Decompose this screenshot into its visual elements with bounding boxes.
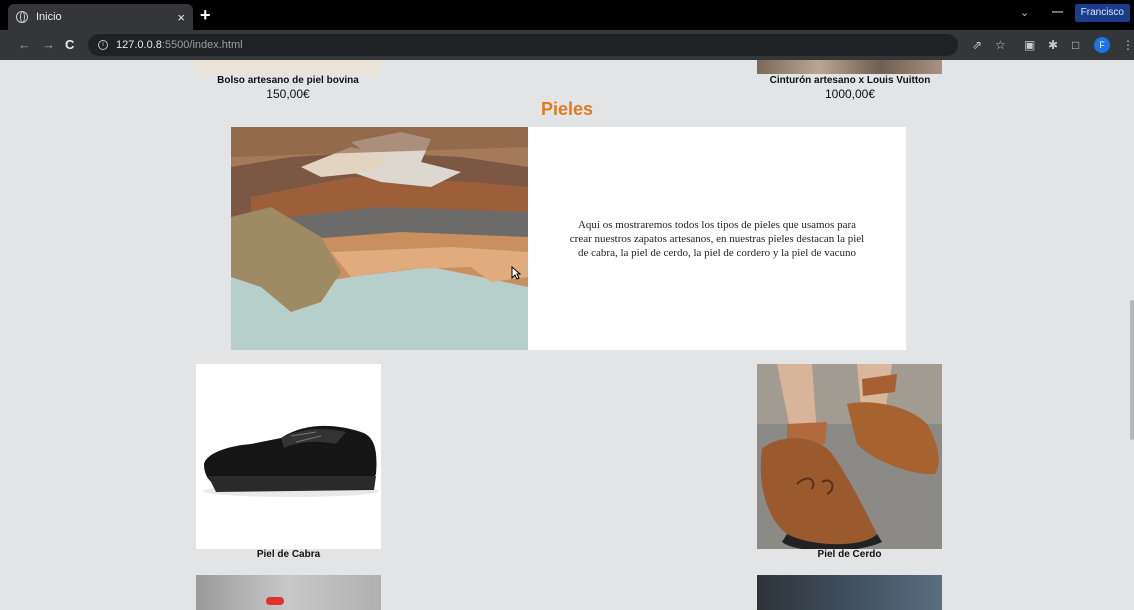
card-label-cabra: Piel de Cabra [256, 549, 321, 560]
tab-title: Inicio [36, 11, 62, 23]
address-bar[interactable]: i 127.0.0.8:5500/index.html [88, 34, 958, 56]
forward-arrow-icon[interactable]: → [42, 37, 55, 52]
url-host: 127.0.0.8 [116, 39, 162, 51]
close-tab-icon[interactable]: × [177, 10, 185, 25]
site-info-icon[interactable]: i [98, 40, 108, 50]
product-bolso: Bolso artesano de piel bovina 150,00€ [188, 75, 388, 101]
profile-avatar[interactable]: F [1094, 37, 1110, 53]
menu-kebab-icon[interactable]: ⋮ [1122, 38, 1134, 52]
card-piel-de-cerdo[interactable] [757, 364, 942, 549]
scrollbar-thumb[interactable] [1130, 300, 1134, 440]
back-arrow-icon[interactable]: ← [18, 37, 31, 52]
bookmark-star-icon[interactable]: ☆ [995, 38, 1006, 52]
globe-icon [16, 11, 28, 23]
card-next-left[interactable] [196, 575, 381, 610]
product-cinturon: Cinturón artesano x Louis Vuitton 1000,0… [750, 75, 950, 101]
url-path: :5500/index.html [161, 39, 243, 51]
browser-toolbar: ← → C i 127.0.0.8:5500/index.html ⇗ ☆ ▣ … [0, 30, 1134, 60]
card-label-cerdo: Piel de Cerdo [817, 549, 882, 560]
puzzle-icon[interactable]: ✱ [1048, 38, 1058, 52]
brown-shoes-image [757, 364, 942, 549]
card-piel-de-cabra[interactable] [196, 364, 381, 549]
side-panel-icon[interactable]: □ [1072, 38, 1079, 52]
tab-search-chevron-icon[interactable]: ⌄ [1020, 6, 1029, 19]
black-shoe-image [196, 364, 381, 549]
leather-description: Aquí os mostraremos todos los tipos de p… [569, 218, 865, 259]
product-image-bolso[interactable] [196, 60, 380, 74]
leather-feature-block: Aquí os mostraremos todos los tipos de p… [231, 127, 906, 350]
product-image-cinturon[interactable] [757, 60, 942, 74]
share-icon[interactable]: ⇗ [972, 38, 982, 52]
mouse-cursor-icon [511, 266, 521, 280]
extension-icon[interactable]: ▣ [1024, 38, 1035, 52]
section-title: Pieles [540, 99, 594, 119]
card-next-right[interactable] [757, 575, 942, 610]
red-detail [266, 597, 284, 605]
product-name: Bolso artesano de piel bovina [217, 75, 359, 86]
browser-tab-bar: Inicio × + ⌄ — Francisco [0, 0, 1134, 30]
product-name: Cinturón artesano x Louis Vuitton [769, 75, 931, 86]
minimize-window-icon[interactable]: — [1052, 6, 1063, 18]
reload-icon[interactable]: C [65, 37, 74, 52]
profile-name-chip[interactable]: Francisco [1074, 4, 1130, 22]
tab-inicio[interactable]: Inicio × [8, 4, 193, 30]
new-tab-button[interactable]: + [200, 5, 211, 26]
leather-pieces-image [231, 127, 528, 350]
